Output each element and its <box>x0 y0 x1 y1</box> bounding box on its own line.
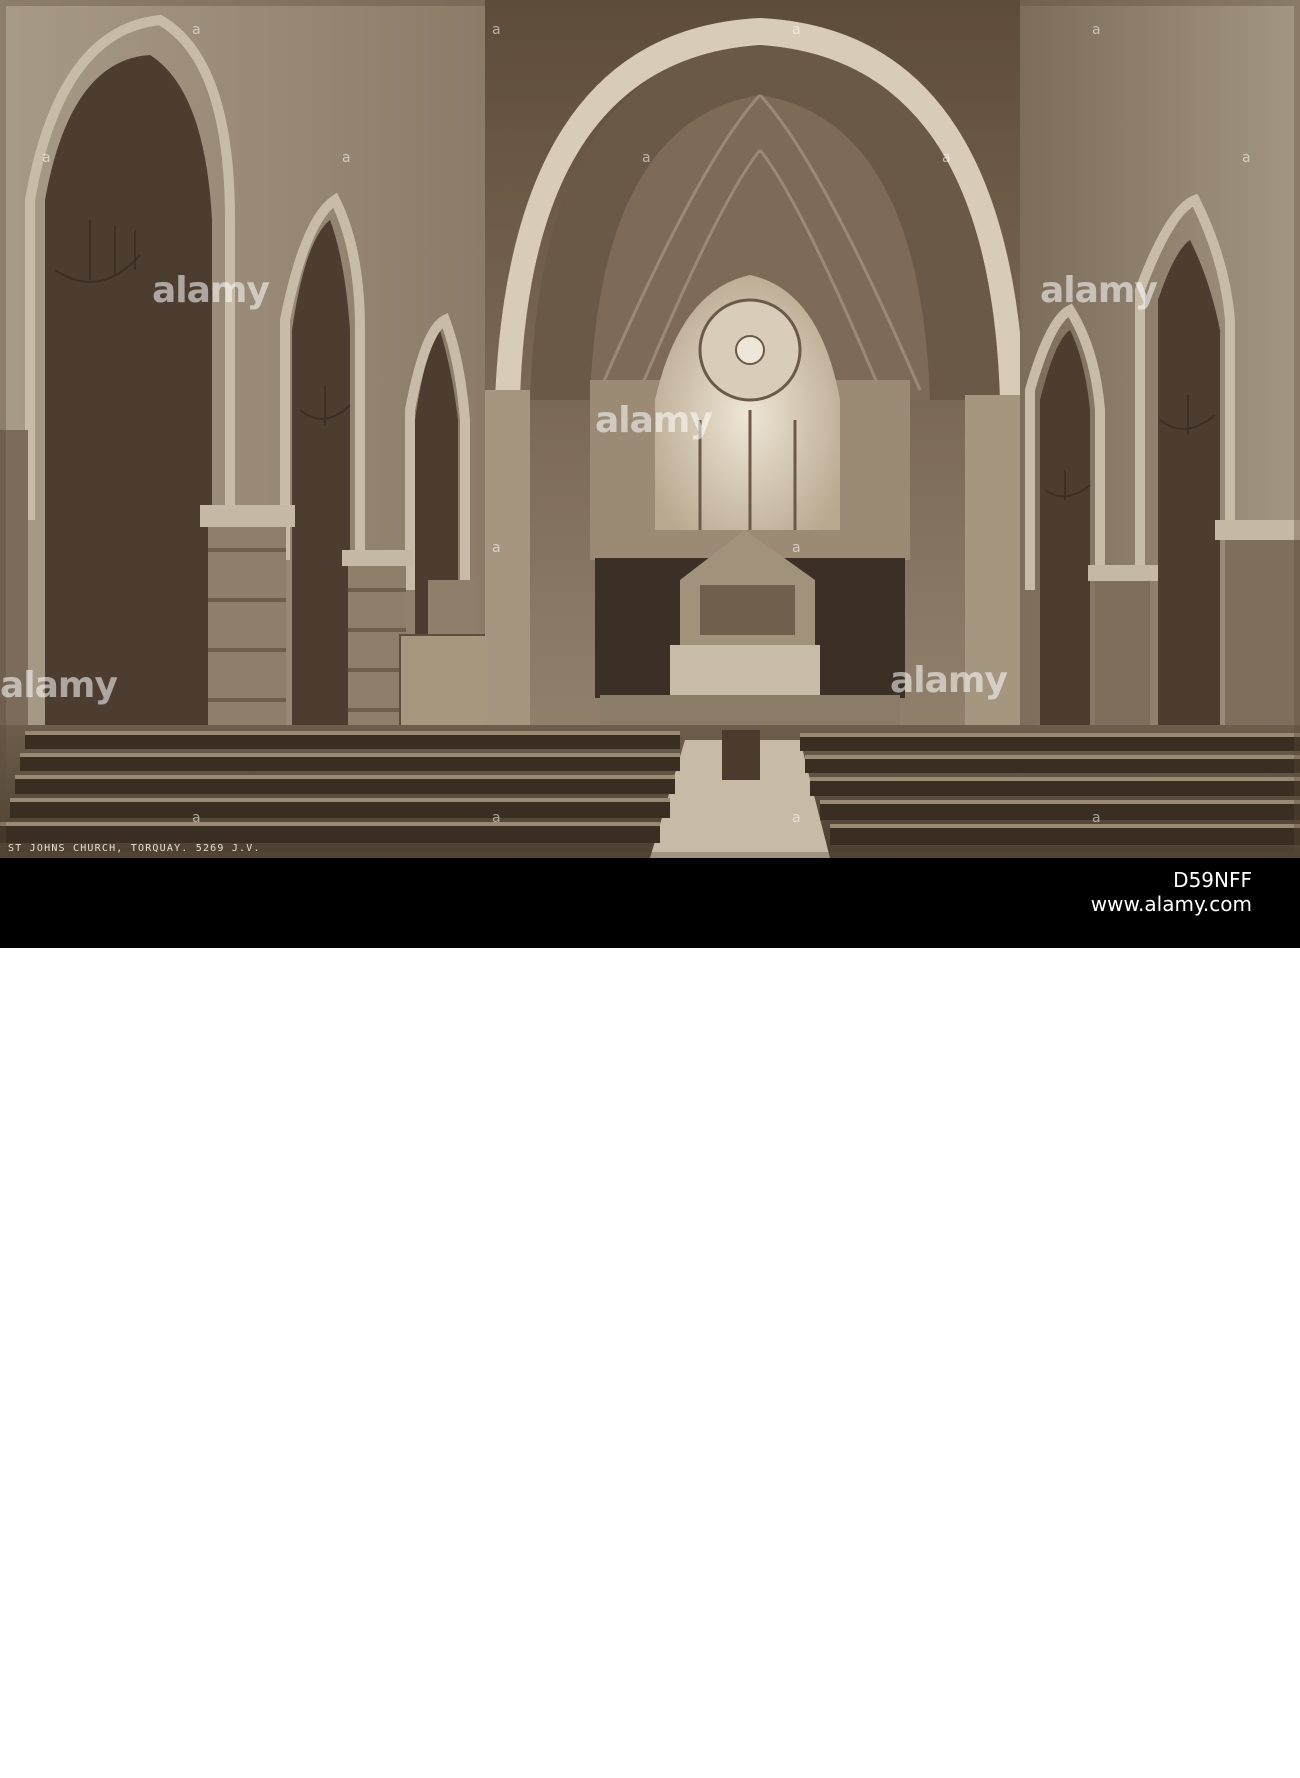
alamy-footer-bar: alamy D59NFF www.alamy.com <box>0 858 1300 1778</box>
alamy-logo: alamy <box>50 1734 173 1778</box>
church-interior-photo <box>0 0 1300 858</box>
photo-caption: ST JOHNS CHURCH, TORQUAY. 5269 J.V. <box>8 843 261 854</box>
image-id-block: D59NFF www.alamy.com <box>1091 868 1252 916</box>
site-url: www.alamy.com <box>1090 892 1252 916</box>
image-id: D59NFF <box>1173 868 1252 892</box>
